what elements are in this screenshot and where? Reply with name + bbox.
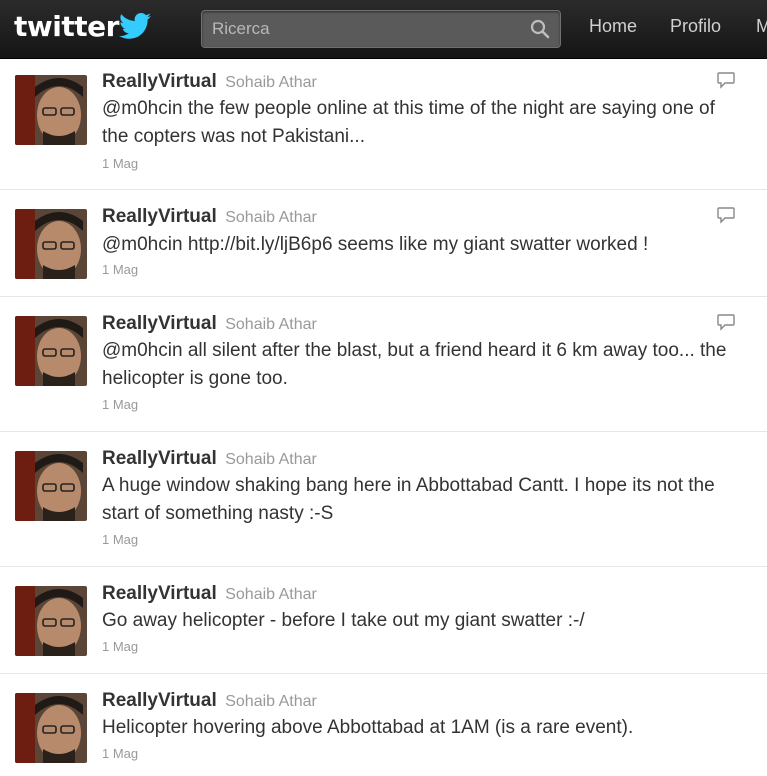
- tweet-text: Go away helicopter - before I take out m…: [102, 610, 585, 631]
- full-name: Sohaib Athar: [225, 74, 317, 91]
- tweet-timestamp[interactable]: 1 Mag: [102, 397, 138, 412]
- full-name: Sohaib Athar: [225, 209, 317, 226]
- nav-home[interactable]: Home: [589, 16, 637, 37]
- tweet-timestamp[interactable]: 1 Mag: [102, 262, 138, 277]
- avatar[interactable]: [15, 209, 87, 279]
- full-name: Sohaib Athar: [225, 316, 317, 333]
- username[interactable]: ReallyVirtual: [102, 583, 217, 604]
- tweet-header: ReallyVirtual Sohaib Athar: [102, 206, 317, 228]
- username[interactable]: ReallyVirtual: [102, 71, 217, 92]
- tweet[interactable]: ReallyVirtual Sohaib Athar Go away helic…: [0, 567, 767, 674]
- tweet[interactable]: ReallyVirtual Sohaib Athar @m0hcin all s…: [0, 297, 767, 432]
- tweet-timestamp[interactable]: 1 Mag: [102, 156, 138, 171]
- tweet[interactable]: ReallyVirtual Sohaib Athar @m0hcin the f…: [0, 59, 767, 190]
- tweet-text: Helicopter hovering above Abbottabad at …: [102, 717, 634, 738]
- username[interactable]: ReallyVirtual: [102, 448, 217, 469]
- full-name: Sohaib Athar: [225, 586, 317, 603]
- top-bar: twitter Home Profilo M: [0, 0, 767, 59]
- tweet-timestamp[interactable]: 1 Mag: [102, 639, 138, 654]
- tweet[interactable]: ReallyVirtual Sohaib Athar A huge window…: [0, 432, 767, 567]
- tweet-text: A huge window shaking bang here in Abbot…: [102, 475, 715, 524]
- tweet[interactable]: ReallyVirtual Sohaib Athar @m0hcin http:…: [0, 190, 767, 297]
- tweet-text: @m0hcin http://bit.ly/ljB6p6 seems like …: [102, 234, 649, 255]
- tweet-timeline: ReallyVirtual Sohaib Athar @m0hcin the f…: [0, 59, 767, 774]
- username[interactable]: ReallyVirtual: [102, 690, 217, 711]
- tweet-text: @m0hcin the few people online at this ti…: [102, 98, 715, 147]
- reply-icon[interactable]: [716, 71, 736, 89]
- tweet-text: @m0hcin all silent after the blast, but …: [102, 340, 727, 389]
- tweet-timestamp[interactable]: 1 Mag: [102, 532, 138, 547]
- top-nav: Home Profilo M: [0, 16, 767, 42]
- avatar[interactable]: [15, 451, 87, 521]
- avatar[interactable]: [15, 586, 87, 656]
- avatar[interactable]: [15, 693, 87, 763]
- reply-icon[interactable]: [716, 313, 736, 331]
- tweet-header: ReallyVirtual Sohaib Athar: [102, 71, 317, 93]
- tweet-header: ReallyVirtual Sohaib Athar: [102, 313, 317, 335]
- tweet-timestamp[interactable]: 1 Mag: [102, 746, 138, 761]
- full-name: Sohaib Athar: [225, 693, 317, 710]
- tweet-header: ReallyVirtual Sohaib Athar: [102, 583, 317, 605]
- reply-icon[interactable]: [716, 206, 736, 224]
- nav-profile[interactable]: Profilo: [670, 16, 721, 37]
- avatar[interactable]: [15, 75, 87, 145]
- tweet-header: ReallyVirtual Sohaib Athar: [102, 690, 317, 712]
- full-name: Sohaib Athar: [225, 451, 317, 468]
- tweet-header: ReallyVirtual Sohaib Athar: [102, 448, 317, 470]
- username[interactable]: ReallyVirtual: [102, 206, 217, 227]
- nav-messages[interactable]: M: [756, 16, 767, 37]
- avatar[interactable]: [15, 316, 87, 386]
- username[interactable]: ReallyVirtual: [102, 313, 217, 334]
- tweet[interactable]: ReallyVirtual Sohaib Athar Helicopter ho…: [0, 674, 767, 774]
